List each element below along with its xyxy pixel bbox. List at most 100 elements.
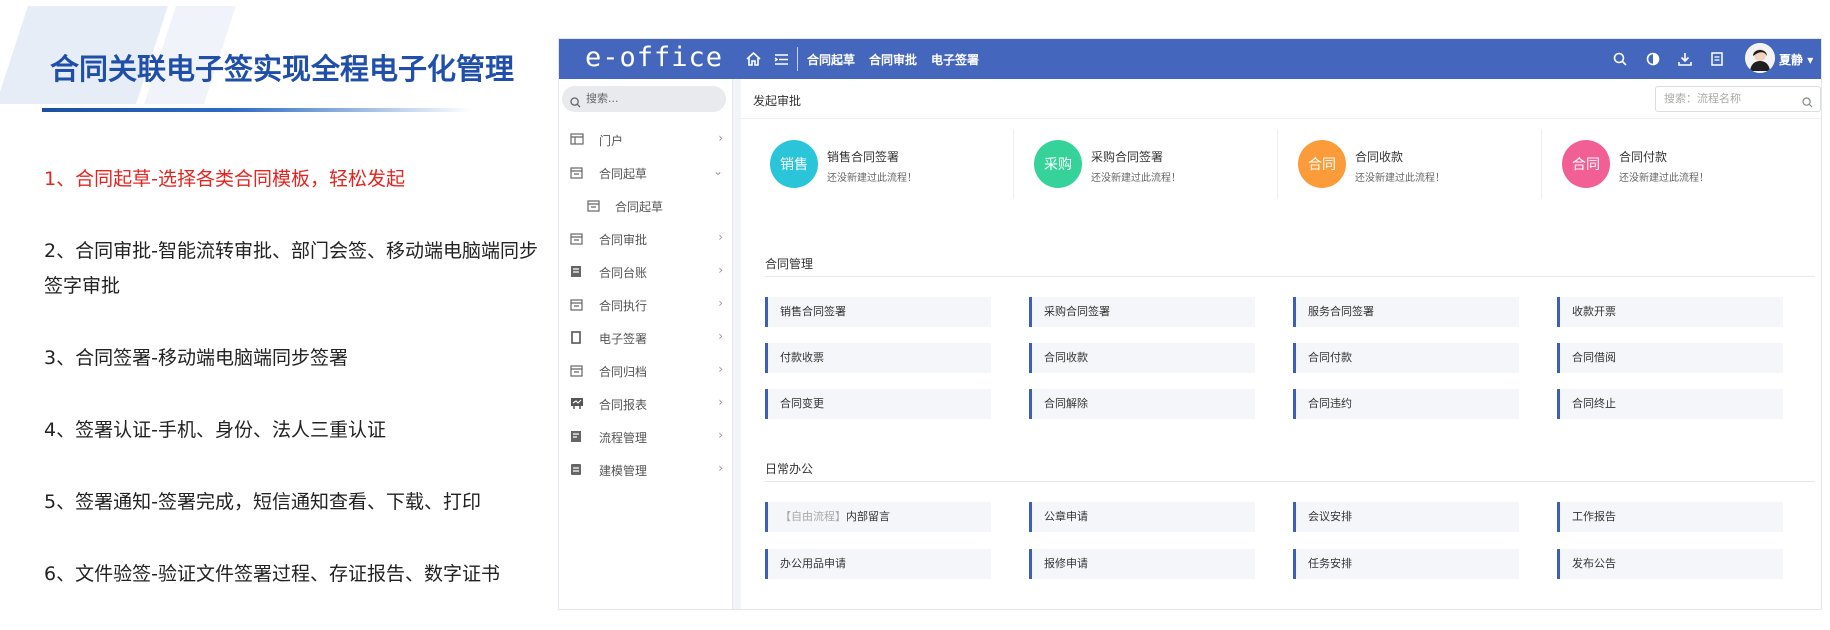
user-menu[interactable]: 夏静 ▾ (1779, 51, 1813, 68)
toolbar-separator (797, 47, 798, 71)
tile-purchase-contract-sign[interactable]: 采购合同签署 (1029, 297, 1255, 327)
tile-receipt-invoice[interactable]: 收款开票 (1557, 297, 1783, 327)
quick-card-contract-receipt[interactable]: 合同 合同收款 还没新建过此流程！ (1295, 127, 1559, 201)
chevron-right-icon: › (718, 461, 723, 475)
chevron-right-icon: › (718, 263, 723, 277)
content-header: 发起审批 搜索：流程名称 (741, 79, 1821, 119)
sidebar-item-label: 电子签署 (599, 332, 648, 346)
nav-link-esign[interactable]: 电子签署 (931, 51, 979, 68)
badge-icon: 销售 (770, 140, 818, 188)
search-icon[interactable] (1612, 51, 1628, 67)
sidebar-item-contract-report[interactable]: 合同报表 › (559, 387, 733, 420)
nav-link-approval[interactable]: 合同审批 (869, 51, 917, 68)
tile-task-arrangement[interactable]: 任务安排 (1293, 549, 1519, 579)
tile-publish-notice[interactable]: 发布公告 (1557, 549, 1783, 579)
flow-search-input[interactable]: 搜索：流程名称 (1655, 86, 1821, 112)
folder-icon (587, 199, 601, 212)
feature-point-2: 2、合同审批-智能流转审批、部门会签、移动端电脑端同步签字审批 (44, 240, 538, 297)
tile-contract-end[interactable]: 合同终止 (1557, 389, 1783, 419)
feature-point-5: 5、签署通知-签署完成，短信通知查看、下载、打印 (44, 491, 481, 513)
sidebar-item-flow-management[interactable]: 流程管理 › (559, 420, 733, 453)
sidebar-search-input[interactable]: 搜索... (562, 86, 726, 112)
feature-point-1: 1、合同起草-选择各类合同模板，轻松发起 (44, 168, 405, 190)
search-icon[interactable] (1802, 93, 1813, 117)
section-title-daily-office: 日常办公 (765, 462, 814, 476)
folder-icon (570, 232, 584, 245)
menu-toggle-icon[interactable] (773, 51, 789, 67)
sidebar-item-esign[interactable]: 电子签署 › (559, 321, 733, 354)
flow-search-placeholder: 搜索：流程名称 (1664, 92, 1741, 105)
sidebar-item-label: 建模管理 (599, 464, 648, 478)
sidebar-item-contract-execution[interactable]: 合同执行 › (559, 288, 733, 321)
tile-contract-payment[interactable]: 合同付款 (1293, 343, 1519, 373)
sidebar-item-label: 合同台账 (599, 266, 648, 280)
chevron-right-icon: › (718, 230, 723, 244)
divider (1013, 129, 1014, 199)
feature-point-3: 3、合同签署-移动端电脑端同步签署 (44, 347, 348, 369)
divider (1541, 129, 1542, 199)
sidebar-item-model-management[interactable]: 建模管理 › (559, 453, 733, 486)
tile-contract-termination[interactable]: 合同解除 (1029, 389, 1255, 419)
quick-card-purchase-contract[interactable]: 采购 采购合同签署 还没新建过此流程！ (1031, 127, 1295, 201)
tile-office-supplies-request[interactable]: 办公用品申请 (765, 549, 991, 579)
tile-work-report[interactable]: 工作报告 (1557, 502, 1783, 532)
sidebar-item-label: 合同起草 (599, 167, 648, 181)
chevron-right-icon: › (718, 296, 723, 310)
sidebar-item-label: 合同审批 (599, 233, 648, 247)
chevron-right-icon: › (718, 329, 723, 343)
search-placeholder: 搜索... (586, 92, 619, 105)
document-icon[interactable] (1709, 51, 1725, 67)
badge-icon: 采购 (1034, 140, 1082, 188)
tile-meeting-arrangement[interactable]: 会议安排 (1293, 502, 1519, 532)
nav-link-draft[interactable]: 合同起草 (807, 51, 855, 68)
main-content: 发起审批 搜索：流程名称 销售 销售合同签署 还没新建过此流程！ 采购 采购合同… (741, 79, 1821, 609)
chevron-right-icon: › (718, 362, 723, 376)
tile-repair-request[interactable]: 报修申请 (1029, 549, 1255, 579)
sidebar-subitem-contract-draft[interactable]: 合同起草 (559, 189, 733, 222)
sidebar-item-contract-draft[interactable]: 合同起草 ⌄ (559, 156, 733, 189)
quick-card-sales-contract[interactable]: 销售 销售合同签署 还没新建过此流程！ (767, 127, 1031, 201)
tile-contract-breach[interactable]: 合同违约 (1293, 389, 1519, 419)
sidebar-item-label: 合同报表 (599, 398, 648, 412)
theme-icon[interactable] (1645, 51, 1661, 67)
sidebar-item-contract-approval[interactable]: 合同审批 › (559, 222, 733, 255)
sidebar-item-label: 合同执行 (599, 299, 648, 313)
chevron-right-icon: › (718, 395, 723, 409)
tile-contract-receipt[interactable]: 合同收款 (1029, 343, 1255, 373)
tile-label: 内部留言 (846, 510, 890, 523)
feature-list: 1、合同起草-选择各类合同模板，轻松发起 2、合同审批-智能流转审批、部门会签、… (44, 162, 544, 629)
home-icon[interactable] (745, 51, 761, 67)
tile-service-contract-sign[interactable]: 服务合同签署 (1293, 297, 1519, 327)
section-title-contract-management: 合同管理 (765, 257, 814, 271)
feature-point-4: 4、签署认证-手机、身份、法人三重认证 (44, 419, 386, 441)
flow-icon (570, 430, 584, 443)
badge-icon: 合同 (1562, 140, 1610, 188)
folder-icon (570, 364, 584, 377)
quick-card-contract-payment[interactable]: 合同 合同付款 还没新建过此流程！ (1559, 127, 1821, 201)
top-bar: e-office 合同起草 合同审批 电子签署 夏静 ▾ (559, 39, 1821, 79)
avatar[interactable] (1745, 43, 1775, 73)
ledger-icon (570, 265, 584, 278)
tile-contract-borrow[interactable]: 合同借阅 (1557, 343, 1783, 373)
badge-icon: 合同 (1298, 140, 1346, 188)
section-divider (765, 276, 1815, 277)
tile-contract-change[interactable]: 合同变更 (765, 389, 991, 419)
title-underline (42, 108, 472, 112)
tile-seal-application[interactable]: 公章申请 (1029, 502, 1255, 532)
sidebar-item-label: 流程管理 (599, 431, 648, 445)
quick-card-subtitle: 还没新建过此流程！ (1355, 173, 1445, 184)
tile-sales-contract-sign[interactable]: 销售合同签署 (765, 297, 991, 327)
tile-internal-message[interactable]: 【自由流程】内部留言 (765, 502, 991, 532)
sidebar-item-contract-archive[interactable]: 合同归档 › (559, 354, 733, 387)
chevron-down-icon: ⌄ (712, 164, 723, 178)
download-icon[interactable] (1677, 51, 1693, 67)
sidebar-item-label: 门户 (599, 134, 624, 148)
slide-title: 合同关联电子签实现全程电子化管理 (50, 52, 515, 86)
page-title: 发起审批 (753, 94, 802, 108)
sidebar: 搜索... 门户 › 合同起草 ⌄ 合同起草 合同审批 › 合同台账 › 合同执… (559, 79, 733, 609)
section-divider (765, 481, 1815, 482)
sidebar-item-contract-ledger[interactable]: 合同台账 › (559, 255, 733, 288)
tile-payment-invoice[interactable]: 付款收票 (765, 343, 991, 373)
sidebar-item-label: 合同归档 (599, 365, 648, 379)
sidebar-item-portal[interactable]: 门户 › (559, 123, 733, 156)
